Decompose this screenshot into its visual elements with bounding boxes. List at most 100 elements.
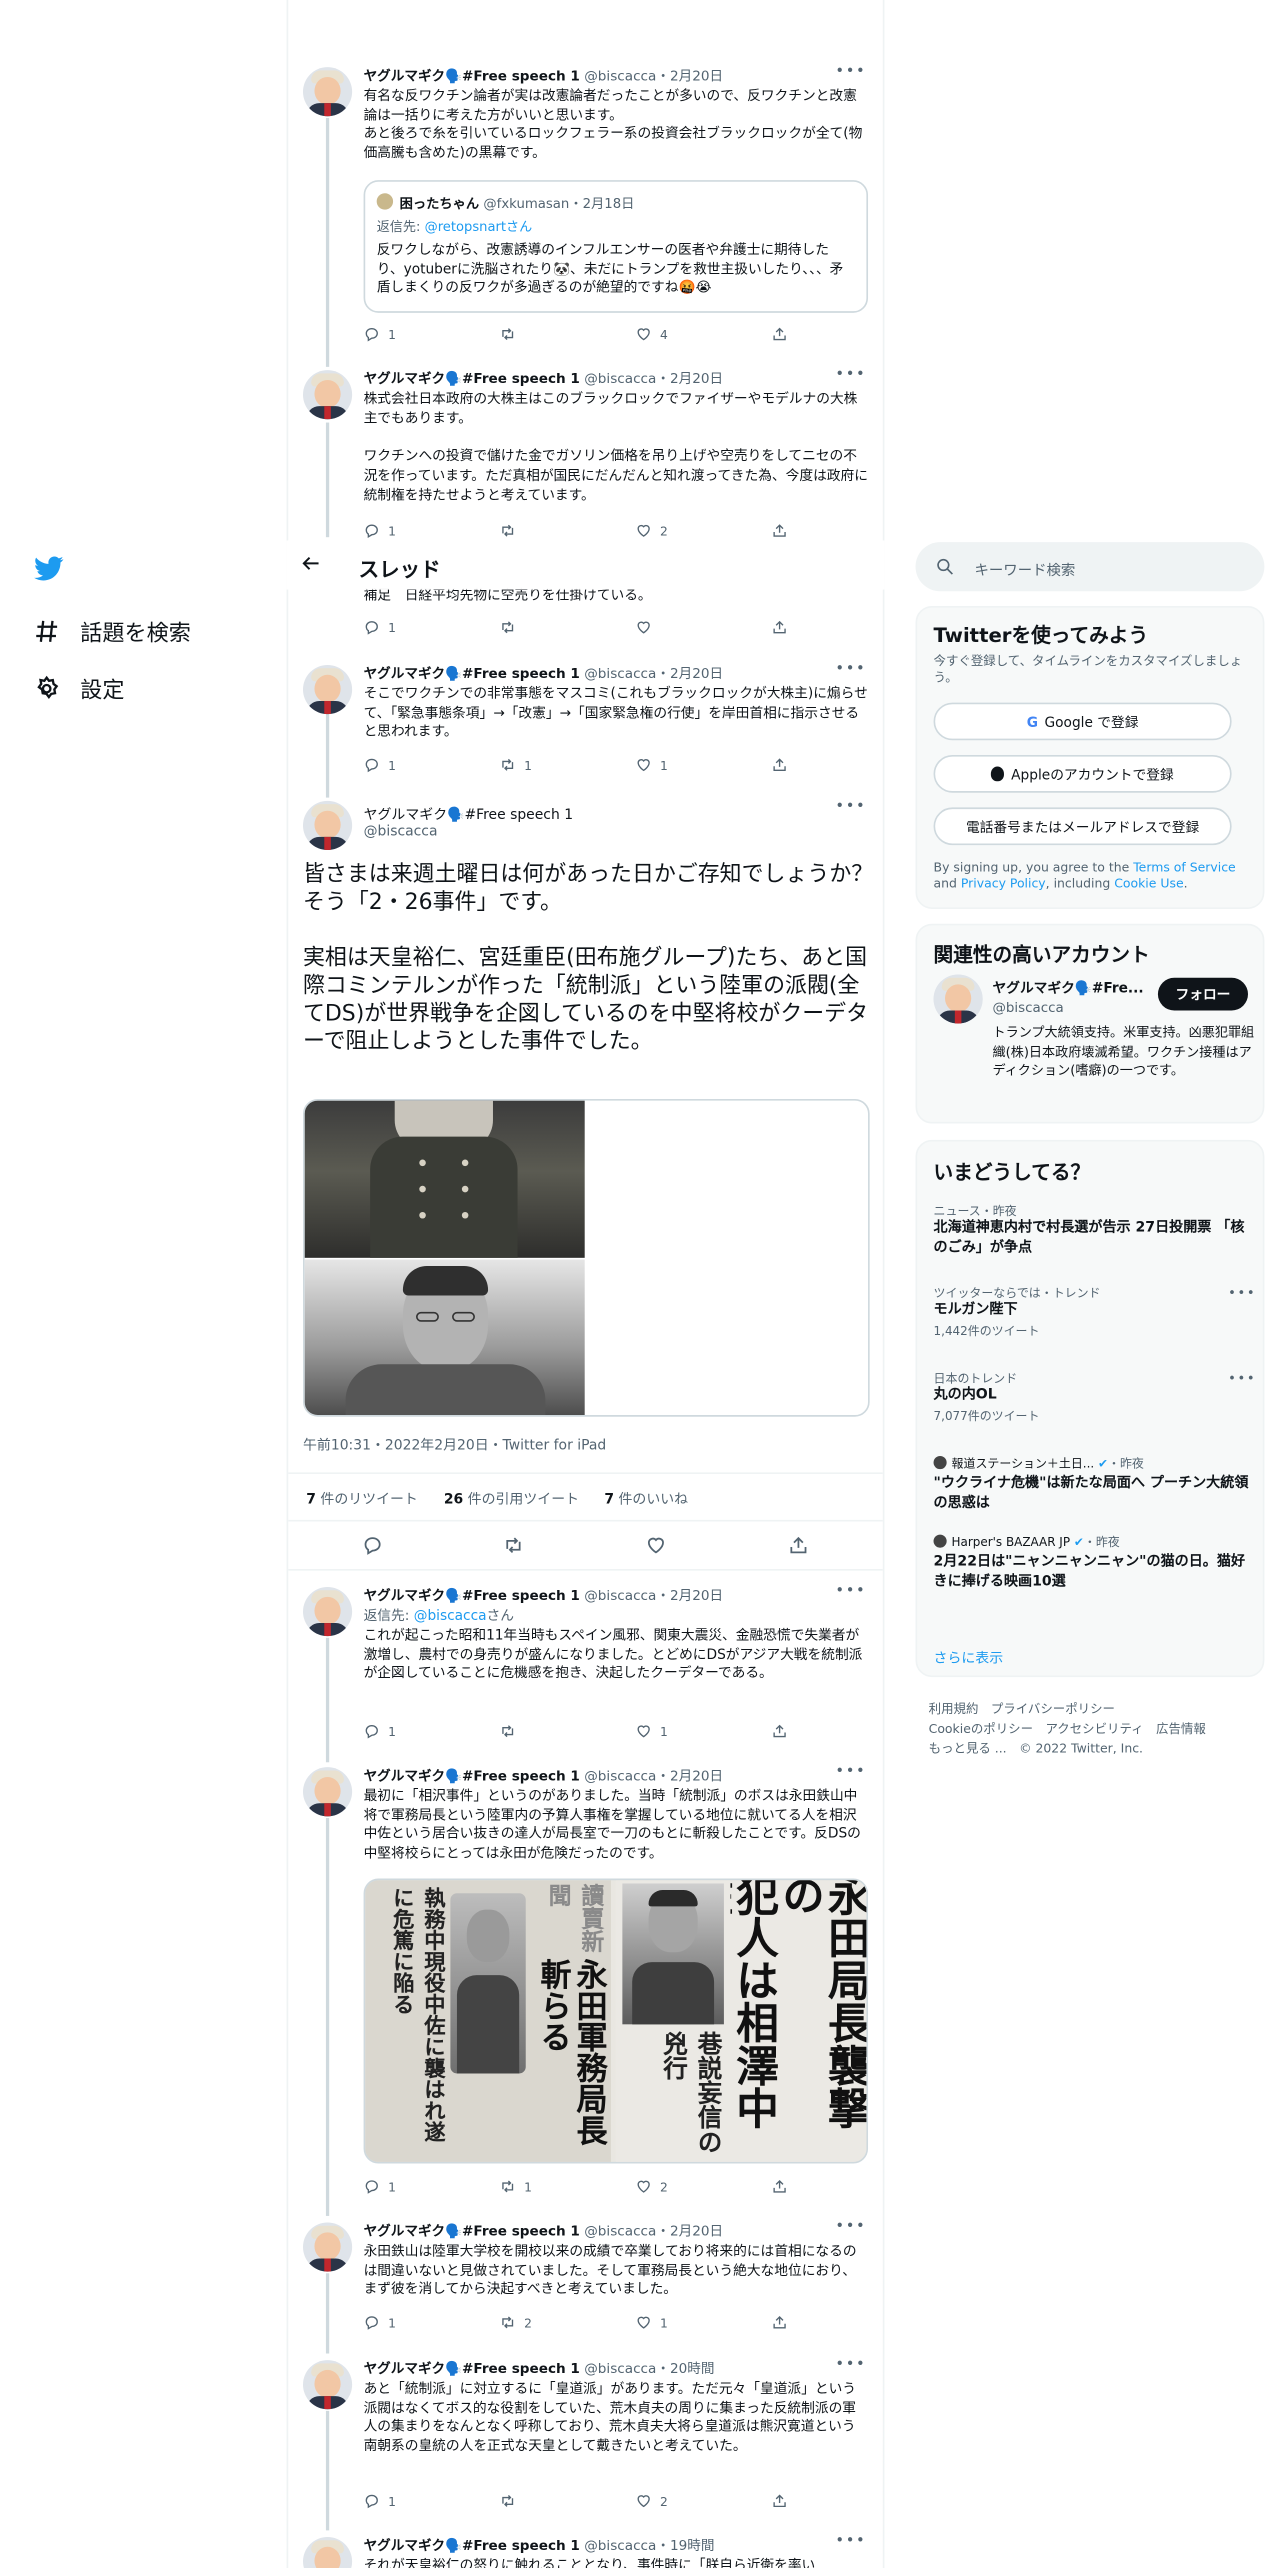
more-options-icon[interactable]: ••• — [835, 2219, 866, 2235]
like-button[interactable]: 2 — [635, 2493, 668, 2509]
share-button[interactable] — [771, 2493, 796, 2509]
author-name[interactable]: ヤグルマギク🗣️#Free speech 1 — [364, 1587, 580, 1603]
avatar[interactable] — [933, 974, 983, 1024]
share-icon[interactable] — [788, 1535, 809, 1556]
share-button[interactable] — [771, 522, 796, 538]
more-options-icon[interactable]: ••• — [1228, 1371, 1256, 1386]
trend-item[interactable]: ニュース・昨夜 北海道神恵内村で村長選が告示 27日投開票 「核のごみ」が争点 — [934, 1204, 1253, 1258]
back-arrow-icon[interactable] — [301, 554, 321, 574]
trend-item[interactable]: 日本のトレンド 丸の内OL 7,077件のツイート ••• — [934, 1371, 1256, 1424]
trend-item[interactable]: Harper's BAZAAR JP ✔・昨夜 2月22日は"ニャンニャンニャン… — [933, 1534, 1253, 1592]
share-button[interactable] — [771, 757, 796, 773]
like-button[interactable]: 2 — [635, 522, 668, 538]
reply-button[interactable]: 1 — [364, 757, 396, 773]
more-options-icon[interactable]: ••• — [1228, 1286, 1256, 1301]
nav-explore[interactable]: 話題を検索 — [33, 614, 191, 647]
retweet-button[interactable]: 1 — [500, 757, 532, 773]
phone-signup-button[interactable]: 電話番号またはメールアドレスで登録 — [933, 807, 1232, 846]
tweet-timestamp[interactable]: 午前10:31・2022年2月20日・Twitter for iPad — [303, 1435, 606, 1454]
like-button[interactable]: 1 — [635, 1723, 668, 1739]
google-signup-button[interactable]: G Google で登録 — [933, 702, 1232, 741]
tweet-date[interactable]: 2月20日 — [670, 1767, 723, 1783]
author-handle[interactable]: @biscacca — [584, 370, 656, 386]
retweet-button[interactable] — [500, 619, 525, 635]
author-handle[interactable]: @biscacca — [584, 1587, 656, 1603]
heart-icon[interactable] — [645, 1535, 666, 1556]
show-more-link[interactable]: さらに表示 — [934, 1648, 1004, 1667]
author-handle[interactable]: @biscacca — [584, 1767, 656, 1783]
tweet-date[interactable]: 2月20日 — [670, 67, 723, 83]
apple-signup-button[interactable]: Appleのアカウントで登録 — [933, 755, 1232, 793]
retweet-stat[interactable]: 7 件のリツイート — [306, 1489, 418, 1508]
share-button[interactable] — [771, 326, 796, 342]
related-account-handle[interactable]: @biscacca — [993, 999, 1064, 1015]
quoted-tweet[interactable]: 困ったちゃん @fxkumasan・2月18日 返信先: @retopsnart… — [363, 180, 869, 313]
avatar[interactable] — [302, 1767, 353, 1817]
more-options-icon[interactable]: ••• — [835, 662, 866, 678]
officer-portrait-photo[interactable] — [304, 1259, 585, 1416]
retweet-button[interactable] — [500, 326, 525, 342]
avatar[interactable] — [302, 2222, 353, 2272]
avatar[interactable] — [302, 2360, 353, 2410]
author-name[interactable]: ヤグルマギク🗣️#Free speech 1 — [364, 665, 580, 681]
share-button[interactable] — [771, 2314, 796, 2330]
tweet-media[interactable] — [302, 1098, 870, 1417]
more-options-icon[interactable]: ••• — [835, 2357, 866, 2373]
privacy-link[interactable]: Privacy Policy — [961, 876, 1046, 891]
tweet-date[interactable]: 2月20日 — [670, 1587, 723, 1603]
terms-link[interactable]: Terms of Service — [1133, 860, 1235, 875]
cookie-link[interactable]: Cookie Use — [1114, 876, 1183, 891]
author-name[interactable]: ヤグルマギク🗣️#Free speech 1 — [364, 2360, 580, 2376]
author-name[interactable]: ヤグルマギク🗣️#Free speech 1 — [364, 2537, 580, 2553]
reply-button[interactable]: 1 — [364, 522, 396, 538]
footer-links-3[interactable]: もっと見る ... © 2022 Twitter, Inc. — [929, 1739, 1257, 1759]
twitter-bird-icon[interactable] — [33, 554, 66, 583]
quote-stat[interactable]: 26 件の引用ツイート — [444, 1489, 579, 1508]
trend-item[interactable]: 報道ステーション＋土日... ✔・昨夜 "ウクライナ危機"は新たな局面へ プーチ… — [933, 1456, 1253, 1513]
retweet-button[interactable] — [500, 2493, 525, 2509]
reply-button[interactable]: 1 — [364, 2178, 396, 2194]
avatar[interactable] — [302, 800, 353, 851]
author-handle[interactable]: @biscacca — [584, 67, 656, 83]
tweet-date[interactable]: 2月20日 — [670, 665, 723, 681]
author-name[interactable]: ヤグルマギク🗣️#Free speech 1 — [364, 370, 580, 386]
author-name[interactable]: ヤグルマギク🗣️#Free speech 1 — [364, 1767, 580, 1783]
more-options-icon[interactable]: ••• — [835, 2534, 866, 2550]
like-button[interactable]: 1 — [635, 2314, 668, 2330]
soldier-photo[interactable] — [304, 1100, 585, 1258]
nav-settings[interactable]: 設定 — [33, 671, 124, 704]
reply-button[interactable]: 1 — [364, 326, 396, 342]
like-button[interactable]: 1 — [635, 757, 668, 773]
reply-icon[interactable] — [362, 1535, 383, 1556]
like-button[interactable] — [635, 619, 660, 635]
more-options-icon[interactable]: ••• — [835, 1764, 866, 1780]
search-input[interactable]: キーワード検索 — [974, 558, 1075, 579]
share-button[interactable] — [771, 619, 796, 635]
tweet-date[interactable]: 20時間 — [670, 2360, 714, 2376]
tweet-date[interactable]: 19時間 — [670, 2537, 714, 2553]
reply-to-handle[interactable]: @biscacca — [414, 1607, 487, 1623]
more-options-icon[interactable]: ••• — [835, 1584, 866, 1600]
more-options-icon[interactable]: ••• — [835, 799, 866, 815]
author-name[interactable]: ヤグルマギク🗣️#Free speech 1 — [364, 2222, 580, 2238]
follow-button[interactable]: フォロー — [1157, 977, 1249, 1011]
retweet-button[interactable] — [500, 1723, 525, 1739]
retweet-icon[interactable] — [503, 1535, 524, 1556]
newspaper-image[interactable]: 執務中現役中佐に襲はれ遂に危篤に陥る 讀賣新聞 永田軍務局長斬らる 永田局長襲撃… — [363, 1878, 869, 2164]
like-stat[interactable]: 7 件のいいね — [604, 1489, 688, 1508]
retweet-button[interactable]: 2 — [500, 2314, 532, 2330]
author-handle[interactable]: @biscacca — [584, 2537, 656, 2553]
author-handle[interactable]: @biscacca — [584, 2360, 656, 2376]
author-handle[interactable]: @biscacca — [364, 824, 870, 845]
reply-button[interactable]: 1 — [364, 1723, 396, 1739]
like-button[interactable]: 4 — [635, 326, 668, 342]
quoted-reply-handle[interactable]: @retopsnartさん — [425, 219, 533, 234]
retweet-button[interactable]: 1 — [500, 2178, 532, 2194]
reply-button[interactable]: 1 — [364, 2314, 396, 2330]
retweet-button[interactable] — [500, 522, 525, 538]
search-bar[interactable]: キーワード検索 — [915, 542, 1265, 592]
share-button[interactable] — [771, 2178, 796, 2194]
share-button[interactable] — [771, 1723, 796, 1739]
avatar[interactable] — [302, 1587, 353, 1637]
avatar[interactable] — [302, 370, 353, 420]
